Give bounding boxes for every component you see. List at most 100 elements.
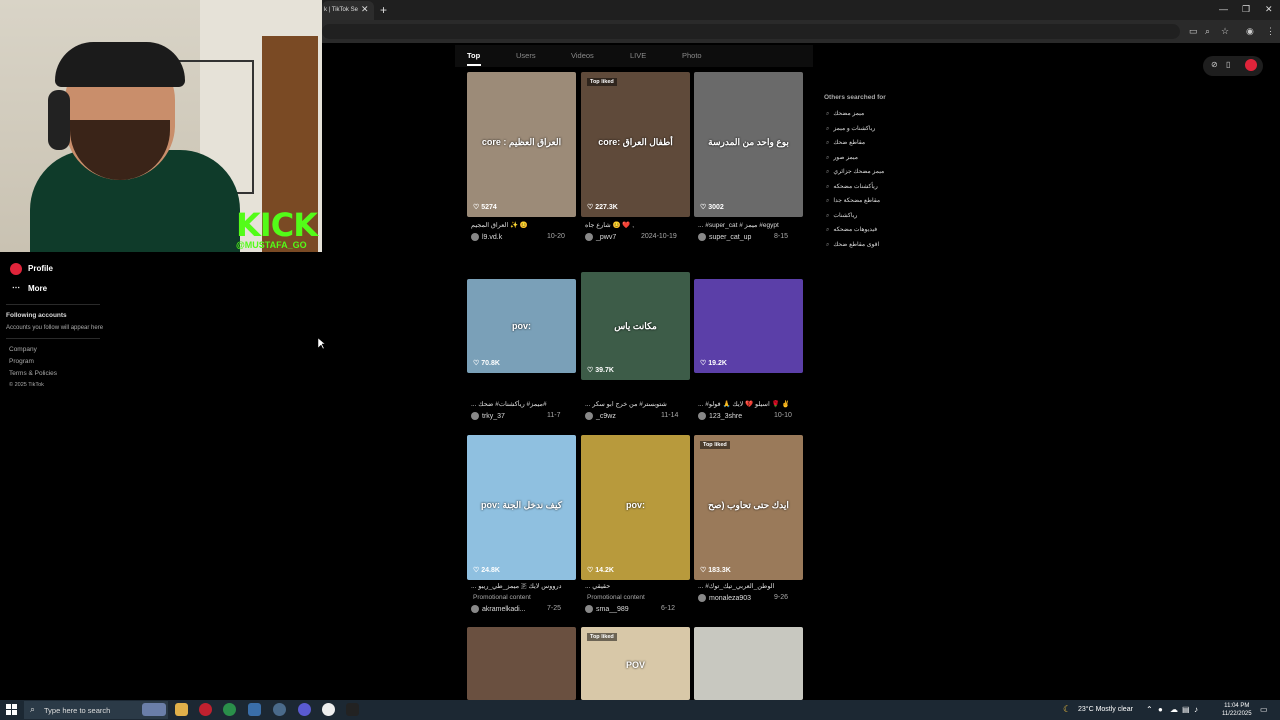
- network-icon[interactable]: ▤: [1182, 705, 1190, 714]
- webcam-overlay: KICK @MUSTAFA_GO: [0, 0, 322, 252]
- video-author[interactable]: sma__989: [585, 605, 629, 613]
- video-author[interactable]: _c9wz: [585, 412, 616, 420]
- cloud-icon[interactable]: ☁: [1170, 705, 1178, 714]
- windows-start-icon[interactable]: [6, 704, 17, 715]
- tray-chevron-icon[interactable]: ⌃: [1146, 705, 1153, 714]
- video-author[interactable]: _pwv7: [585, 233, 616, 241]
- menu-icon[interactable]: ⋮: [1266, 26, 1275, 37]
- new-tab-icon[interactable]: +: [380, 3, 387, 17]
- tab-videos[interactable]: Videos: [571, 51, 594, 60]
- like-count: ♡ 14.2K: [587, 566, 614, 574]
- video-author[interactable]: l9.vd.k: [471, 233, 502, 241]
- related-search-item[interactable]: ⌕ رياكشنات و ميمز: [826, 125, 875, 133]
- video-card[interactable]: مكانت ياس ♡ 39.7K: [581, 272, 690, 380]
- minimize-icon[interactable]: —: [1219, 4, 1228, 14]
- video-author[interactable]: super_cat_up: [698, 233, 751, 241]
- author-name: l9.vd.k: [482, 233, 503, 241]
- active-tab-indicator: [467, 64, 481, 66]
- related-search-item[interactable]: ⌕ مقاطع ضحك: [826, 139, 865, 147]
- video-date: 7-25: [547, 605, 562, 612]
- video-caption[interactable]: ... ميمز_طي_ريبو 🇵 درووس لايك: [471, 582, 576, 591]
- capcut-icon[interactable]: [346, 703, 359, 716]
- video-author[interactable]: akramelkadi...: [471, 605, 526, 613]
- video-card[interactable]: pov: ♡ 70.8K: [467, 279, 576, 373]
- volume-icon[interactable]: ♪: [1194, 705, 1198, 714]
- video-caption[interactable]: ... شتوبستر# من خرج ابو سكر: [585, 400, 690, 408]
- link-program[interactable]: Program: [9, 358, 34, 365]
- video-caption[interactable]: شارع جاه 😊 ❤️ ,: [585, 221, 690, 229]
- video-date: 9-26: [774, 594, 789, 601]
- link-company[interactable]: Company: [9, 346, 37, 353]
- tab-live[interactable]: LIVE: [630, 51, 646, 60]
- related-search-item[interactable]: ⌕ فيديوهات مضحكه: [826, 226, 877, 234]
- tab-users[interactable]: Users: [516, 51, 536, 60]
- related-search-item[interactable]: ⌕ رياكشنات: [826, 212, 857, 220]
- screen-cast-icon[interactable]: ▭: [1189, 26, 1198, 37]
- search-icon: ⌕: [826, 169, 830, 175]
- video-caption[interactable]: ... حقيقي: [585, 582, 690, 590]
- video-card[interactable]: Top liked core: أطفال العراق ♡ 227.3K: [581, 72, 690, 217]
- video-caption[interactable]: العراق المجيم ✨ 😊: [471, 221, 576, 229]
- search-icon: ⌕: [826, 140, 830, 146]
- device-icon[interactable]: ▯: [1226, 60, 1230, 69]
- app-icon[interactable]: [273, 703, 286, 716]
- news-icon[interactable]: [142, 703, 166, 716]
- media-player-icon[interactable]: [322, 703, 335, 716]
- video-card[interactable]: pov: ♡ 14.2K: [581, 435, 690, 580]
- video-caption[interactable]: ... #الوطن_العربي_تيك_توك: [698, 582, 803, 590]
- profile-icon[interactable]: ◉: [1246, 26, 1254, 37]
- related-search-label: فيديوهات مضحكه: [833, 227, 878, 233]
- video-author[interactable]: monaleza903: [698, 594, 751, 602]
- tab-top[interactable]: Top: [467, 51, 480, 60]
- link-terms[interactable]: Terms & Policies: [9, 370, 57, 377]
- video-caption[interactable]: ... ميمز# ريأكشنات# ضحك#: [471, 400, 576, 408]
- star-icon[interactable]: ☆: [1221, 26, 1229, 37]
- video-caption[interactable]: ... #super_cat # ميمز #egypt: [698, 221, 803, 229]
- author-name: super_cat_up: [709, 233, 752, 241]
- address-input[interactable]: [322, 24, 1180, 39]
- heart-icon: ♡: [700, 204, 709, 211]
- related-search-item[interactable]: ⌕ اقوى مقاطع ضحك: [826, 241, 879, 249]
- related-search-item[interactable]: ⌕ ميمز مضحك جزائري: [826, 168, 884, 176]
- video-card[interactable]: ♡ 19.2K: [694, 279, 803, 373]
- notepad-icon[interactable]: [248, 703, 261, 716]
- video-card[interactable]: Top liked POV: [581, 627, 690, 700]
- mic-icon[interactable]: ●: [1158, 705, 1163, 714]
- weather-text[interactable]: 23°C Mostly clear: [1078, 706, 1133, 713]
- window-close-icon[interactable]: ✕: [1265, 4, 1273, 15]
- search-icon: ⌕: [826, 154, 830, 161]
- video-author[interactable]: 123_3shre: [698, 412, 742, 420]
- video-date: 10-10: [774, 412, 792, 419]
- video-card[interactable]: [694, 627, 803, 700]
- opera-icon[interactable]: [199, 703, 212, 716]
- related-search-item[interactable]: ⌕ ميمز مضحك: [826, 110, 864, 118]
- clock-date: 11/22/2025: [1222, 711, 1252, 717]
- notification-icon[interactable]: ▭: [1260, 705, 1268, 714]
- related-search-item[interactable]: ⌕ ريأكشنات مضحكه: [826, 183, 878, 191]
- video-card[interactable]: pov: كيف ندخل الجنة ♡ 24.8K: [467, 435, 576, 580]
- video-card[interactable]: [467, 627, 576, 700]
- discord-icon[interactable]: [298, 703, 311, 716]
- video-card[interactable]: Top liked ايدك حتى تحاوب (صح ♡ 183.3K: [694, 435, 803, 580]
- tab-close-icon[interactable]: ✕: [361, 4, 369, 15]
- related-search-item[interactable]: ⌕ ميمز صور: [826, 154, 858, 162]
- sidebar-item-profile[interactable]: Profile: [10, 263, 53, 275]
- like-number: 24.8K: [481, 567, 500, 574]
- settings-icon[interactable]: ⊘: [1211, 60, 1218, 69]
- user-avatar[interactable]: [1245, 59, 1257, 71]
- zoom-icon[interactable]: ⌕: [1205, 26, 1210, 37]
- video-card[interactable]: core : العراق العظيم ♡ 5274: [467, 72, 576, 217]
- clock[interactable]: 11:04 PM 11/22/2025: [1222, 702, 1252, 718]
- avatar: [698, 594, 706, 602]
- video-author[interactable]: trky_37: [471, 412, 505, 420]
- sidebar-item-more[interactable]: ⋯ More: [10, 283, 47, 295]
- video-caption[interactable]: ... #اسيلو 💔 لايك 🙏 فولو 🌹 ✌️: [698, 400, 803, 408]
- related-search-item[interactable]: ⌕ مقاطع مضحكة جدا: [826, 197, 880, 205]
- tab-photo[interactable]: Photo: [682, 51, 702, 60]
- maximize-icon[interactable]: ❐: [1242, 4, 1250, 15]
- file-explorer-icon[interactable]: [175, 703, 188, 716]
- weather-icon: ☾: [1063, 704, 1072, 714]
- heart-icon: ♡: [700, 360, 709, 367]
- chrome-icon[interactable]: [223, 703, 236, 716]
- video-card[interactable]: بوع واحد من المدرسة ♡ 3002: [694, 72, 803, 217]
